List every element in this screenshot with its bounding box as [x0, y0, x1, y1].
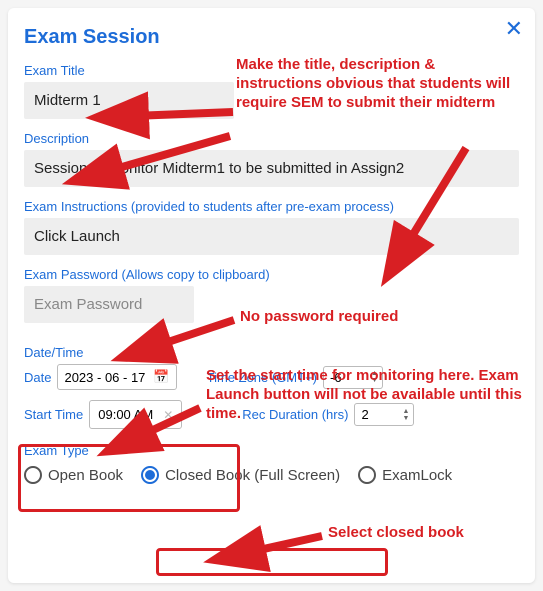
date-picker[interactable]: 2023 - 06 - 17 📅: [57, 364, 176, 390]
radio-closed-book[interactable]: Closed Book (Full Screen): [141, 466, 340, 484]
date-label: Date: [24, 370, 51, 385]
rec-duration-value: 2: [361, 407, 368, 422]
start-time-label: Start Time: [24, 407, 83, 422]
radio-examlock[interactable]: ExamLock: [358, 466, 452, 484]
password-input[interactable]: [24, 286, 194, 323]
datetime-label: Date/Time: [24, 345, 519, 360]
start-time-picker[interactable]: 09:00 AM ✕: [89, 400, 182, 429]
annotation-box: [156, 548, 388, 576]
radio-icon: [24, 466, 42, 484]
description-input[interactable]: [24, 150, 519, 187]
timezone-label: Time Zone (GMT+): [207, 370, 317, 385]
start-time-value: 09:00 AM: [98, 407, 153, 422]
radio-label: Open Book: [48, 467, 123, 484]
rec-duration-stepper[interactable]: 2 ▲▼: [354, 403, 414, 426]
radio-open-book[interactable]: Open Book: [24, 466, 123, 484]
close-icon[interactable]: ✕: [505, 18, 523, 40]
exam-type-label: Exam Type: [24, 443, 519, 458]
datetime-row-1: Date 2023 - 06 - 17 📅 Time Zone (GMT+) -…: [24, 364, 519, 390]
timezone-value: -6: [330, 370, 342, 385]
radio-icon: [358, 466, 376, 484]
radio-label: ExamLock: [382, 467, 452, 484]
dialog-title: Exam Session: [24, 26, 519, 49]
exam-session-dialog: ✕ Exam Session Exam Title Description Ex…: [8, 8, 535, 583]
exam-title-input[interactable]: [24, 82, 234, 119]
description-label: Description: [24, 131, 519, 146]
date-value: 2023 - 06 - 17: [64, 370, 145, 385]
radio-icon: [141, 466, 159, 484]
clear-icon[interactable]: ✕: [163, 408, 173, 422]
instructions-label: Exam Instructions (provided to students …: [24, 199, 519, 214]
annotation-text: No password required: [240, 308, 398, 327]
exam-title-label: Exam Title: [24, 63, 519, 78]
radio-label: Closed Book (Full Screen): [165, 467, 340, 484]
calendar-icon: 📅: [153, 369, 169, 385]
password-label: Exam Password (Allows copy to clipboard): [24, 267, 519, 282]
annotation-text: Select closed book: [328, 524, 464, 543]
stepper-arrows-icon: ▲▼: [403, 408, 410, 422]
datetime-row-2: Start Time 09:00 AM ✕ Rec Duration (hrs)…: [24, 400, 519, 429]
instructions-input[interactable]: [24, 218, 519, 255]
exam-type-group: Open Book Closed Book (Full Screen) Exam…: [24, 466, 519, 484]
stepper-arrows-icon: ▲▼: [371, 370, 378, 384]
timezone-stepper[interactable]: -6 ▲▼: [323, 366, 383, 389]
rec-duration-label: Rec Duration (hrs): [242, 407, 348, 422]
